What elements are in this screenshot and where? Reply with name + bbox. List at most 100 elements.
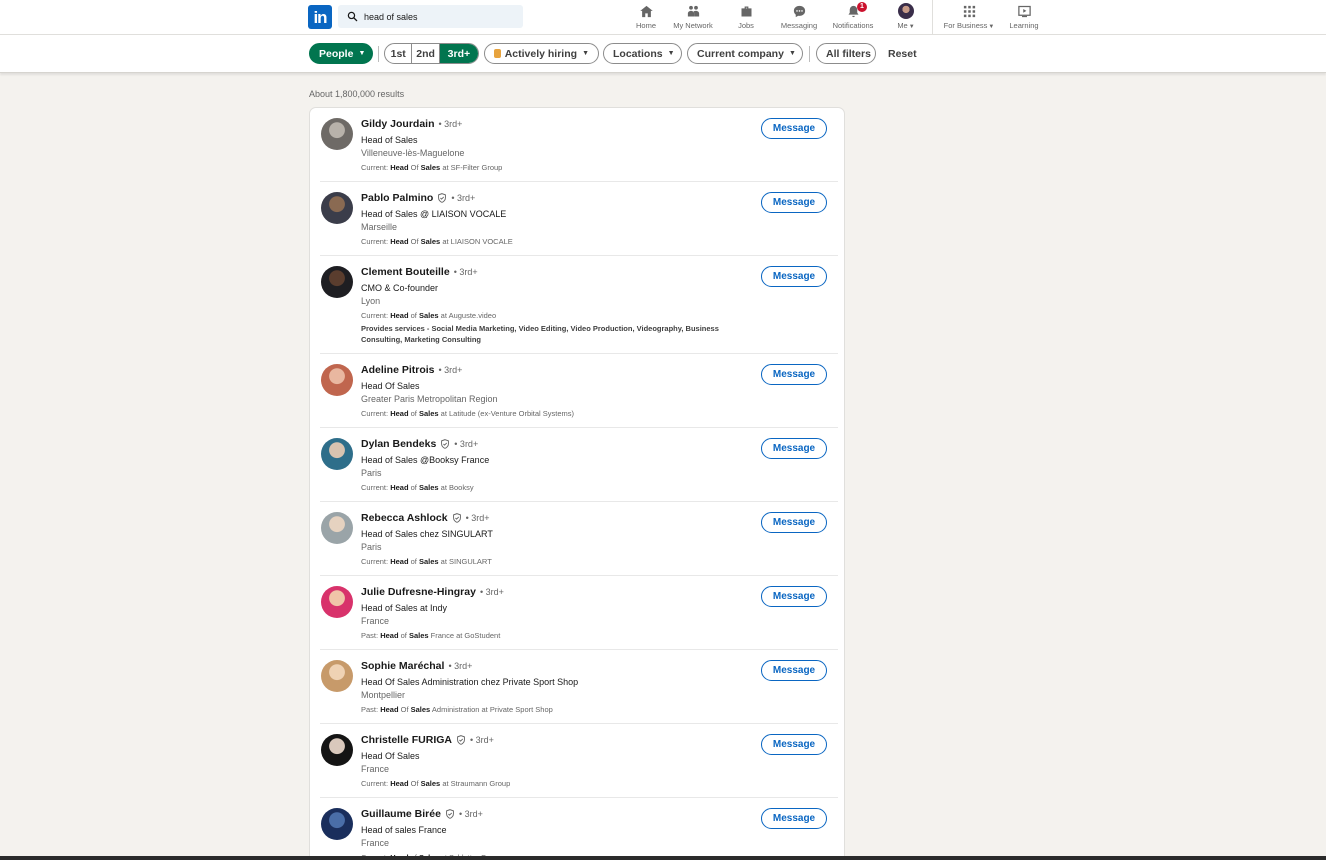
reset-button[interactable]: Reset [882,43,923,64]
snippet-highlight: Sales [418,483,439,492]
profile-avatar[interactable] [321,734,353,766]
caret-down-icon: ▼ [988,24,995,30]
connection-degree: • 3rd+ [479,587,504,597]
nav-for-business[interactable]: For Business▼ [933,0,1005,35]
results-count: About 1,800,000 results [309,89,405,99]
message-button[interactable]: Message [761,192,827,213]
profile-avatar[interactable] [321,364,353,396]
snippet-text: Of [408,237,421,246]
result-row[interactable]: Pablo Palmino • 3rd+ Head of Sales @ LIAIS… [310,182,846,256]
profile-headline: Head Of Sales [361,381,420,391]
profile-name[interactable]: Julie Dufresne-Hingray [361,586,476,598]
result-row[interactable]: Christelle FURIGA • 3rd+ Head Of Sales Fran… [310,724,846,798]
filter-2nd[interactable]: 2nd [412,44,440,63]
snippet-text: Administration at Private Sport Shop [430,705,553,714]
locations-filter[interactable]: Locations ▼ [603,43,682,64]
snippet-highlight: Sales [410,705,431,714]
all-filters-button[interactable]: All filters [816,43,876,64]
profile-avatar[interactable] [321,266,353,298]
apps-grid-icon [963,5,975,17]
nav-notifications[interactable]: 1 Notifications [826,0,880,35]
snippet-text: Of [398,705,411,714]
snippet-prefix: Past: [361,705,381,714]
nav-network-label: My Network [673,21,713,30]
nav-home[interactable]: Home [626,0,666,35]
snippet-highlight: Sales [418,409,439,418]
message-button[interactable]: Message [761,266,827,287]
profile-name[interactable]: Rebecca Ashlock [361,512,448,524]
snippet-text: at SF-Filter Group [440,163,503,172]
filter-1st[interactable]: 1st [385,44,413,63]
snippet-text: at LIAISON VOCALE [440,237,513,246]
profile-name[interactable]: Christelle FURIGA [361,734,452,746]
verified-shield-icon [438,193,447,203]
bottom-edge [0,856,1326,860]
nav-me-label: Me [897,21,908,30]
caret-down-icon: ▼ [667,50,675,57]
profile-name[interactable]: Sophie Maréchal [361,660,444,672]
profile-snippet: Current: Head Of Sales at Straumann Grou… [361,779,510,788]
snippet-text: of [408,483,419,492]
profile-name[interactable]: Dylan Bendeks [361,438,436,450]
filter-3rd-plus[interactable]: 3rd+ [439,44,478,63]
message-button[interactable]: Message [761,808,827,829]
message-button[interactable]: Message [761,734,827,755]
result-row[interactable]: Adeline Pitrois • 3rd+ Head Of Sales Greate… [310,354,846,428]
snippet-highlight: Head [390,779,409,788]
profile-name[interactable]: Pablo Palmino [361,192,433,204]
profile-name[interactable]: Gildy Jourdain [361,118,435,130]
result-row[interactable]: Julie Dufresne-Hingray • 3rd+ Head of Sale… [310,576,846,650]
connection-degree: • 3rd+ [454,439,479,449]
profile-name[interactable]: Adeline Pitrois [361,364,435,376]
snippet-text: at Booksy [438,483,474,492]
results-list: Gildy Jourdain • 3rd+ Head of Sales Villene… [309,107,845,860]
top-nav: in Home My Network Jobs Messaging 1 Noti… [0,0,1326,35]
snippet-text: Of [408,779,421,788]
message-button[interactable]: Message [761,660,827,681]
nav-me[interactable]: Me▼ [880,0,932,35]
profile-avatar[interactable] [321,118,353,150]
result-row[interactable]: Dylan Bendeks • 3rd+ Head of Sales @Booksy… [310,428,846,502]
snippet-highlight: Head [390,311,409,320]
snippet-highlight: Head [390,237,409,246]
snippet-text: of [408,557,419,566]
people-filter-button[interactable]: People ▼ [309,43,373,64]
profile-headline: Head of sales France [361,825,447,835]
result-row[interactable]: Guillaume Birée • 3rd+ Head of sales Franc… [310,798,846,860]
current-company-filter[interactable]: Current company ▼ [687,43,803,64]
linkedin-logo-icon[interactable]: in [308,5,332,29]
profile-avatar[interactable] [321,192,353,224]
profile-headline: Head of Sales @Booksy France [361,455,490,465]
message-button[interactable]: Message [761,438,827,459]
nav-messaging-label: Messaging [780,21,818,30]
profile-avatar[interactable] [321,438,353,470]
profile-avatar[interactable] [321,512,353,544]
profile-snippet: Past: Head of Sales France at GoStudent [361,631,500,640]
nav-learning[interactable]: Learning [1005,0,1043,35]
message-button[interactable]: Message [761,586,827,607]
profile-name[interactable]: Guillaume Birée [361,808,441,820]
message-button[interactable]: Message [761,118,827,139]
result-row[interactable]: Gildy Jourdain • 3rd+ Head of Sales Villene… [310,108,846,182]
profile-avatar[interactable] [321,808,353,840]
nav-messaging[interactable]: Messaging [772,0,826,35]
caret-down-icon: ▼ [788,50,796,57]
search-bar[interactable] [338,5,523,28]
nav-home-label: Home [635,21,656,30]
nav-my-network[interactable]: My Network [666,0,720,35]
profile-name[interactable]: Clement Bouteille [361,266,450,278]
actively-hiring-filter[interactable]: Actively hiring ▼ [484,43,599,64]
profile-avatar[interactable] [321,660,353,692]
search-input[interactable] [364,11,514,22]
result-row[interactable]: Sophie Maréchal • 3rd+ Head Of Sales Admin… [310,650,846,724]
profile-snippet: Current: Head of Sales at Auguste.video [361,311,496,320]
actively-hiring-label: Actively hiring [504,47,578,60]
result-row[interactable]: Rebecca Ashlock • 3rd+ Head of Sales chez … [310,502,846,576]
message-button[interactable]: Message [761,512,827,533]
result-row[interactable]: Clement Bouteille • 3rd+ CMO & Co-founder L… [310,256,846,354]
nav-jobs[interactable]: Jobs [720,0,772,35]
message-button[interactable]: Message [761,364,827,385]
connection-degree: • 3rd+ [448,661,473,671]
profile-headline: Head Of Sales Administration chez Privat… [361,677,579,687]
profile-avatar[interactable] [321,586,353,618]
